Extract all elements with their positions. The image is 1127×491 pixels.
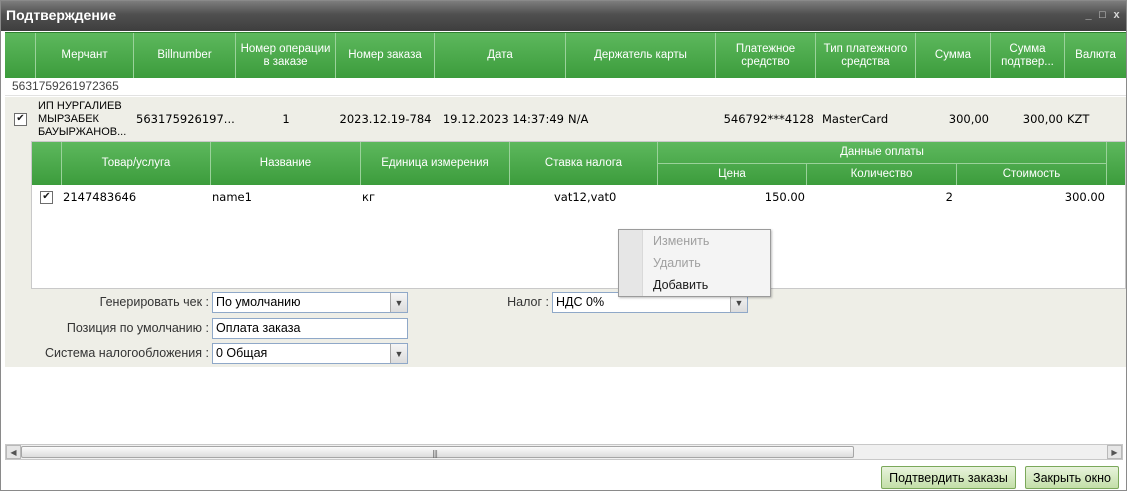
col-header-merchant[interactable]: Мерчант: [36, 33, 134, 78]
cell-card-holder: N/A: [568, 112, 589, 126]
sub-col-cost[interactable]: Стоимость: [957, 164, 1107, 185]
cell-order-number: 2023.12.19-784: [339, 112, 432, 126]
item-checkbox[interactable]: ✔: [40, 190, 53, 204]
item-unit: кг: [362, 190, 375, 204]
generate-receipt-label: Генерировать чек :: [99, 295, 209, 309]
tax-system-value: 0 Общая: [216, 346, 268, 360]
confirmation-window: Подтверждение _ □ x Мерчант Billnumber Н…: [0, 0, 1127, 491]
col-header-currency[interactable]: Валюта: [1065, 33, 1126, 78]
col-header-amount-confirmed[interactable]: Сумма подтвер...: [991, 33, 1065, 78]
chevron-down-icon[interactable]: ▼: [390, 293, 407, 312]
sub-col-group-payment: Данные оплаты: [658, 142, 1107, 163]
sub-col-select[interactable]: [32, 142, 62, 185]
col-header-payment-means[interactable]: Платежное средство: [716, 33, 816, 78]
maximize-icon[interactable]: □: [1097, 9, 1108, 21]
title-bar[interactable]: Подтверждение _ □ x: [1, 1, 1126, 31]
group-row-label[interactable]: 5631759261972365: [5, 79, 1126, 96]
col-header-order-number[interactable]: Номер заказа: [336, 33, 435, 78]
cell-billnumber: 563175926197...: [136, 112, 235, 126]
sub-col-name[interactable]: Название: [211, 142, 361, 185]
menu-item-edit[interactable]: Изменить: [653, 234, 709, 248]
default-position-field[interactable]: Оплата заказа: [212, 318, 408, 339]
row-select-cell: ✔: [5, 97, 36, 141]
cell-currency: KZT: [1067, 112, 1090, 126]
col-header-billnumber[interactable]: Billnumber: [134, 33, 236, 78]
col-header-date[interactable]: Дата: [435, 33, 566, 78]
col-header-card-holder[interactable]: Держатель карты: [566, 33, 716, 78]
row-expander-panel: Товар/услуга Название Единица измерения …: [5, 141, 1126, 367]
col-header-op-number[interactable]: Номер операции в заказе: [236, 33, 336, 78]
horizontal-scrollbar[interactable]: ◀ ||| ▶: [5, 444, 1123, 460]
context-menu: Изменить Удалить Добавить: [618, 229, 771, 297]
cell-amount-confirmed: 300,00: [1022, 112, 1063, 126]
cell-date: 19.12.2023 14:37:49: [442, 112, 564, 126]
cell-op-number: 1: [282, 112, 290, 126]
sub-col-price[interactable]: Цена: [658, 164, 807, 185]
close-window-button[interactable]: Закрыть окно: [1025, 466, 1119, 489]
sub-col-tax-rate[interactable]: Ставка налога: [510, 142, 658, 185]
grip-icon: |||: [432, 449, 438, 458]
sub-col-unit[interactable]: Единица измерения: [361, 142, 510, 185]
orders-grid-header: Мерчант Billnumber Номер операции в зака…: [5, 32, 1126, 78]
row-checkbox[interactable]: ✔: [14, 112, 27, 126]
item-code: 2147483646: [63, 190, 137, 204]
item-cost: 300.00: [1064, 190, 1105, 204]
col-header-select[interactable]: [5, 33, 36, 78]
list-item[interactable]: ✔ 2147483646 name1 кг vat12,vat0 150.00 …: [32, 186, 1125, 208]
scroll-right-icon[interactable]: ▶: [1107, 445, 1122, 459]
items-subgrid-header: Товар/услуга Название Единица измерения …: [32, 142, 1125, 185]
cell-payment-type: MasterCard: [822, 112, 889, 126]
confirm-orders-button[interactable]: Подтвердить заказы: [881, 466, 1016, 489]
sub-col-item[interactable]: Товар/услуга: [62, 142, 211, 185]
tax-system-label: Система налогообложения :: [44, 346, 209, 360]
context-menu-gutter: [619, 230, 643, 296]
window-controls: _ □ x: [1083, 9, 1122, 21]
window-title: Подтверждение: [6, 7, 117, 23]
tax-label: Налог :: [507, 295, 549, 309]
scroll-left-icon[interactable]: ◀: [6, 445, 21, 459]
generate-receipt-select[interactable]: По умолчанию ▼: [212, 292, 408, 313]
menu-item-add[interactable]: Добавить: [653, 278, 708, 292]
sub-col-quantity[interactable]: Количество: [807, 164, 957, 185]
default-position-label: Позиция по умолчанию :: [66, 321, 209, 335]
close-icon[interactable]: x: [1111, 9, 1122, 21]
col-header-payment-type[interactable]: Тип платежного средства: [816, 33, 916, 78]
tax-value: НДС 0%: [556, 295, 605, 309]
generate-receipt-value: По умолчанию: [216, 295, 301, 309]
chevron-down-icon[interactable]: ▼: [390, 344, 407, 363]
item-price: 150.00: [764, 190, 805, 204]
cell-payment-means: 546792***4128: [723, 112, 814, 126]
item-quantity: 2: [945, 190, 953, 204]
menu-item-delete[interactable]: Удалить: [653, 256, 701, 270]
item-select-cell: ✔: [40, 186, 53, 208]
table-row[interactable]: ✔ ИП НУРГАЛИЕВ МЫРЗАБЕК БАУЫРЖАНОВ... 56…: [5, 97, 1126, 141]
minimize-icon[interactable]: _: [1083, 9, 1094, 21]
col-header-amount[interactable]: Сумма: [916, 33, 991, 78]
tax-system-select[interactable]: 0 Общая ▼: [212, 343, 408, 364]
scroll-thumb[interactable]: |||: [21, 446, 854, 458]
cell-amount: 300,00: [948, 112, 989, 126]
item-name: name1: [212, 190, 252, 204]
cell-merchant: ИП НУРГАЛИЕВ МЫРЗАБЕК БАУЫРЖАНОВ...: [38, 99, 127, 138]
items-subgrid: Товар/услуга Название Единица измерения …: [31, 141, 1126, 289]
item-tax-rate: vat12,vat0: [554, 190, 617, 204]
